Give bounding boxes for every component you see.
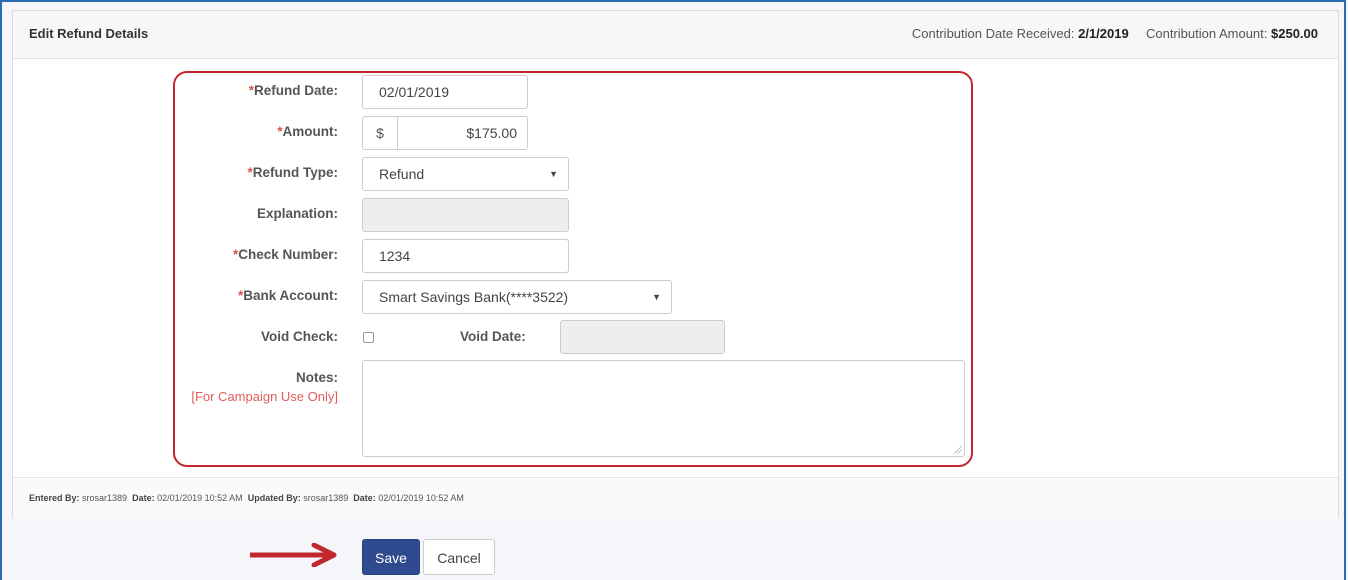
explanation-input[interactable] <box>362 198 569 232</box>
void-check-checkbox[interactable] <box>363 332 374 343</box>
updated-by-value: srosar1389 <box>303 493 349 503</box>
save-button[interactable]: Save <box>362 539 420 575</box>
chevron-down-icon: ▼ <box>549 169 558 179</box>
contribution-info: Contribution Date Received: 2/1/2019 Con… <box>912 26 1318 41</box>
explanation-label: Explanation: <box>256 206 338 221</box>
refund-date-input[interactable]: 02/01/2019 <box>362 75 528 109</box>
bank-account-label: *Bank Account: <box>237 288 338 303</box>
currency-addon: $ <box>362 116 398 150</box>
date-received-label: Contribution Date Received: <box>911 26 1075 41</box>
void-date-input[interactable] <box>560 320 725 354</box>
amount-label: *Amount: <box>277 124 338 139</box>
contribution-amount-value: $250.00 <box>1271 26 1318 41</box>
cancel-button[interactable]: Cancel <box>423 539 495 575</box>
void-date-label: Void Date: <box>460 329 526 344</box>
contribution-amount-label: Contribution Amount: <box>1145 26 1268 41</box>
entered-by-value: srosar1389 <box>82 493 128 503</box>
amount-input[interactable]: $175.00 <box>398 116 528 150</box>
panel-header: Edit Refund Details Contribution Date Re… <box>13 11 1338 59</box>
notes-textarea[interactable] <box>362 360 965 457</box>
refund-date-label: *Refund Date: <box>248 83 338 98</box>
chevron-down-icon: ▼ <box>652 292 661 302</box>
window-frame: Edit Refund Details Contribution Date Re… <box>0 0 1346 580</box>
date-received-value: 2/1/2019 <box>1078 26 1129 41</box>
check-number-input[interactable]: 1234 <box>362 239 569 273</box>
audit-info: Entered By: srosar1389 Date: 02/01/2019 … <box>13 477 1338 519</box>
notes-sublabel: [For Campaign Use Only] <box>191 389 338 404</box>
entered-date-value: 02/01/2019 10:52 AM <box>157 493 243 503</box>
updated-date-value: 02/01/2019 10:52 AM <box>378 493 464 503</box>
refund-type-label: *Refund Type: <box>247 165 338 180</box>
notes-label: Notes: <box>295 370 338 385</box>
void-check-label: Void Check: <box>260 329 338 344</box>
edit-refund-panel: Edit Refund Details Contribution Date Re… <box>12 10 1339 519</box>
bank-account-select[interactable]: Smart Savings Bank(****3522) ▼ <box>362 280 672 314</box>
check-number-label: *Check Number: <box>232 247 338 262</box>
resize-handle-icon[interactable] <box>954 446 962 454</box>
arrow-right-icon <box>250 543 337 567</box>
panel-title: Edit Refund Details <box>29 26 149 41</box>
refund-type-select[interactable]: Refund ▼ <box>362 157 569 191</box>
